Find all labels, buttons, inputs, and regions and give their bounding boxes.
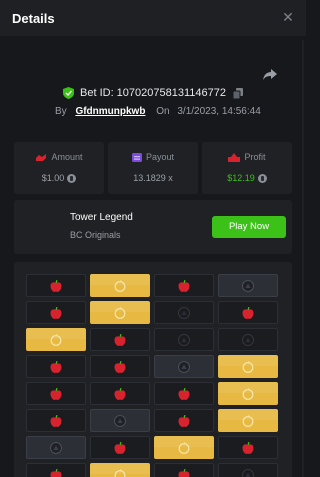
coin-icon [257,174,267,184]
payout-label: Payout [145,152,175,162]
game-provider: BC Originals [70,230,121,240]
by-label: By [55,106,67,117]
ghost-icon [242,468,254,477]
board-tile-egg [90,301,150,324]
board-tile-apple [218,436,278,459]
apple-icon [50,414,62,427]
board-tile-egg [218,382,278,405]
board-tile-empty [218,463,278,477]
board-tile-apple [26,301,86,324]
bet-meta-row: By Gfdnmunpkwb On 3/1/2023, 14:56:44 [55,106,261,120]
ghost-icon [178,360,190,373]
apple-icon [50,306,62,319]
board-tile-stone [90,409,150,432]
amount-stat: Amount $1.00 [14,142,104,194]
apple-icon [114,360,126,373]
board-tile-apple [90,436,150,459]
egg-icon [242,360,254,373]
apple-icon [242,441,254,454]
copy-icon[interactable] [233,87,244,99]
board-tile-apple [26,274,86,297]
shield-check-icon [62,87,74,100]
profit-label: Profit [244,152,266,162]
game-card: Tower Legend BC Originals Play Now [14,200,292,254]
egg-icon [242,387,254,400]
bet-id: Bet ID: 107020758131146772 [80,87,226,100]
ghost-icon [242,333,254,346]
payout-icon [131,153,142,163]
tower-board [14,262,292,477]
bet-datetime: 3/1/2023, 14:56:44 [177,106,261,117]
on-label: On [156,106,170,117]
board-tile-apple [26,382,86,405]
board-tile-apple [218,301,278,324]
board-tile-egg [218,355,278,378]
board-tile-empty [154,301,214,324]
ghost-icon [242,279,254,292]
apple-icon [50,360,62,373]
board-tile-apple [154,463,214,477]
details-header: Details ✕ [0,0,306,36]
board-tile-egg [26,328,86,351]
ghost-icon [114,414,126,427]
board-tile-egg [154,436,214,459]
board-tile-stone [154,355,214,378]
scrollbar[interactable] [302,40,304,477]
amount-icon [36,154,47,162]
apple-icon [178,279,190,292]
amount-label: Amount [51,152,83,162]
profit-icon [228,153,241,163]
share-icon[interactable] [262,66,278,82]
play-now-button[interactable]: Play Now [212,216,286,238]
apple-icon [114,387,126,400]
board-tile-stone [218,274,278,297]
board-tile-apple [90,328,150,351]
apple-icon [178,468,190,477]
board-tile-apple [154,274,214,297]
egg-icon [114,306,126,319]
apple-icon [242,306,254,319]
board-tile-apple [90,382,150,405]
board-tile-apple [26,355,86,378]
egg-icon [242,414,254,427]
egg-icon [114,468,126,477]
board-tile-empty [154,328,214,351]
ghost-icon [178,306,190,319]
egg-icon [114,279,126,292]
apple-icon [178,414,190,427]
board-tile-apple [26,463,86,477]
board-tile-apple [154,409,214,432]
profit-stat: Profit $12.19 [202,142,292,194]
board-tile-apple [90,355,150,378]
egg-icon [50,333,62,346]
apple-icon [50,387,62,400]
apple-icon [114,441,126,454]
egg-icon [178,441,190,454]
page-title: Details [12,11,55,26]
ghost-icon [178,333,190,346]
board-tile-egg [90,463,150,477]
board-tile-stone [26,436,86,459]
amount-value: $1.00 [41,173,65,183]
apple-icon [114,333,126,346]
board-tile-empty [218,328,278,351]
bet-stats: Amount $1.00 Payout 13.1829 x Profit $12… [14,142,292,194]
payout-stat: Payout 13.1829 x [108,142,198,194]
board-tile-egg [218,409,278,432]
profit-value: $12.19 [227,173,255,183]
coin-icon [67,174,77,184]
apple-icon [50,468,62,477]
game-name: Tower Legend [70,212,133,223]
apple-icon [178,387,190,400]
board-tile-apple [26,409,86,432]
close-icon[interactable]: ✕ [280,9,296,25]
board-tile-egg [90,274,150,297]
bet-id-row: Bet ID: 107020758131146772 [0,87,306,103]
player-name-link[interactable]: Gfdnmunpkwb [75,106,145,117]
apple-icon [50,279,62,292]
board-tile-apple [154,382,214,405]
ghost-icon [50,441,62,454]
payout-value: 13.1829 x [133,173,173,183]
